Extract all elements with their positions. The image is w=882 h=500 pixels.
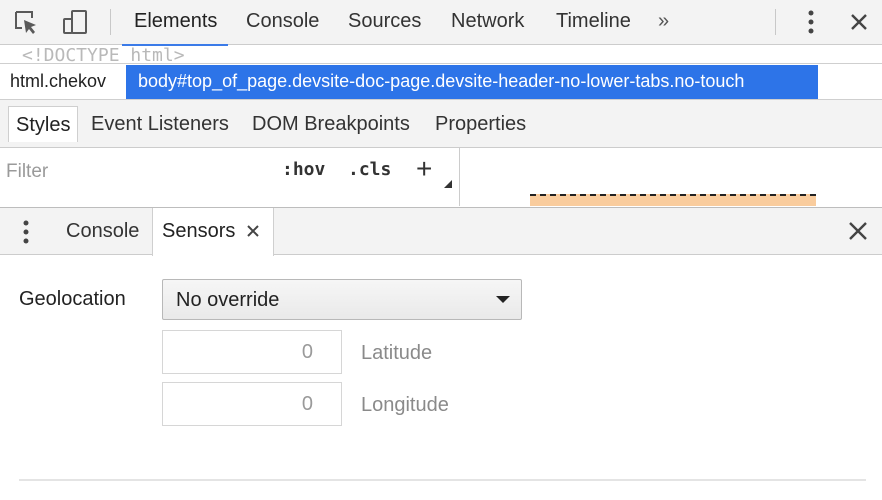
- styles-pane-clipped: [0, 194, 460, 206]
- tab-sources[interactable]: Sources: [348, 0, 421, 45]
- more-tabs-chevron-icon[interactable]: »: [658, 0, 669, 45]
- dom-tree: <!DOCTYPE html>: [0, 46, 882, 63]
- tab-console[interactable]: Console: [246, 0, 319, 45]
- styles-filter-bar: :hov .cls +: [0, 148, 460, 194]
- tab-styles[interactable]: Styles: [8, 106, 79, 142]
- hov-toggle-button[interactable]: :hov: [282, 158, 325, 182]
- close-devtools-icon[interactable]: [845, 8, 873, 36]
- tab-timeline[interactable]: Timeline: [556, 0, 631, 45]
- toolbar-separator: [775, 9, 776, 35]
- tab-network[interactable]: Network: [451, 0, 524, 45]
- tab-properties[interactable]: Properties: [435, 106, 526, 142]
- drawer-menu-icon[interactable]: [14, 218, 38, 246]
- styles-subtabs: Styles Event Listeners DOM Breakpoints P…: [0, 100, 882, 148]
- styles-filter-input[interactable]: [6, 160, 266, 184]
- tab-dom-breakpoints[interactable]: DOM Breakpoints: [252, 106, 410, 142]
- devtools-toolbar: Elements Console Sources Network Timelin…: [0, 0, 882, 46]
- box-model-margin: [530, 194, 816, 206]
- longitude-label: Longitude: [361, 394, 449, 416]
- more-menu-icon[interactable]: [797, 8, 825, 36]
- geolocation-select[interactable]: No override: [162, 279, 522, 320]
- inspect-element-icon[interactable]: [12, 8, 40, 36]
- geolocation-label: Geolocation: [19, 288, 126, 310]
- toolbar-separator: [110, 9, 111, 35]
- drawer-tab-sensors[interactable]: Sensors: [152, 208, 274, 256]
- cls-toggle-button[interactable]: .cls: [348, 158, 391, 182]
- doctype-node[interactable]: <!DOCTYPE html>: [22, 47, 185, 64]
- drawer-tab-sensors-label: Sensors: [162, 220, 236, 242]
- panel-divider: [19, 479, 866, 481]
- longitude-input[interactable]: [162, 382, 342, 426]
- geolocation-select-value: No override: [176, 289, 280, 311]
- add-rule-menu-corner-icon[interactable]: [444, 180, 452, 188]
- device-toggle-icon[interactable]: [61, 8, 89, 36]
- close-tab-icon[interactable]: [246, 224, 260, 238]
- latitude-label: Latitude: [361, 342, 433, 364]
- add-style-rule-button[interactable]: +: [416, 154, 432, 184]
- close-drawer-icon[interactable]: [846, 219, 870, 243]
- chevron-down-icon: [496, 296, 510, 303]
- drawer-header: Console Sensors: [0, 207, 882, 256]
- drawer-tab-console[interactable]: Console: [66, 208, 139, 255]
- tab-event-listeners[interactable]: Event Listeners: [91, 106, 229, 142]
- breadcrumb: html.chekov body#top_of_page.devsite-doc…: [0, 63, 882, 100]
- breadcrumb-html[interactable]: html.chekov: [10, 65, 106, 99]
- tab-elements[interactable]: Elements: [121, 0, 229, 46]
- latitude-input[interactable]: [162, 330, 342, 374]
- breadcrumb-body[interactable]: body#top_of_page.devsite-doc-page.devsit…: [126, 65, 818, 99]
